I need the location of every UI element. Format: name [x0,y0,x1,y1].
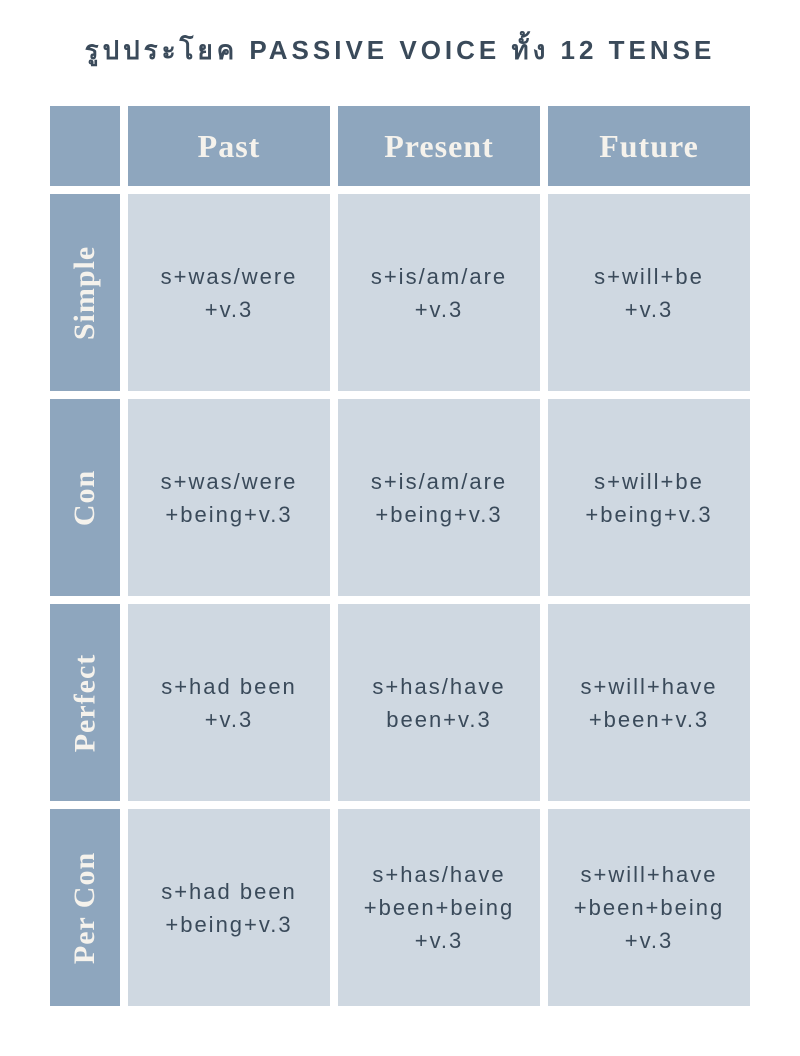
row-header-label: Per Con [68,851,102,963]
cell-perfect-past: s+had been +v.3 [128,604,330,801]
cell-con-future: s+will+be +being+v.3 [548,399,750,596]
row-header-label: Con [68,469,102,525]
cell-percon-future: s+will+have +been+being +v.3 [548,809,750,1006]
page-title: รูปประโยค PASSIVE VOICE ทั้ง 12 TENSE [50,30,750,71]
row-header-perfect: Perfect [50,604,120,801]
col-header-future: Future [548,106,750,186]
row-header-percon: Per Con [50,809,120,1006]
cell-simple-present: s+is/am/are +v.3 [338,194,540,391]
col-header-past: Past [128,106,330,186]
cell-perfect-present: s+has/have been+v.3 [338,604,540,801]
cell-perfect-future: s+will+have +been+v.3 [548,604,750,801]
row-header-con: Con [50,399,120,596]
cell-percon-present: s+has/have +been+being +v.3 [338,809,540,1006]
col-header-label: Present [384,128,493,165]
row-header-label: Simple [68,245,102,339]
cell-simple-future: s+will+be +v.3 [548,194,750,391]
col-header-label: Past [198,128,261,165]
cell-simple-past: s+was/were +v.3 [128,194,330,391]
cell-con-past: s+was/were +being+v.3 [128,399,330,596]
cell-percon-past: s+had been +being+v.3 [128,809,330,1006]
corner-cell [50,106,120,186]
row-header-label: Perfect [68,653,102,752]
col-header-present: Present [338,106,540,186]
row-header-simple: Simple [50,194,120,391]
cell-con-present: s+is/am/are +being+v.3 [338,399,540,596]
tense-grid: Past Present Future Simple s+was/were +v… [50,106,750,1006]
col-header-label: Future [599,128,699,165]
